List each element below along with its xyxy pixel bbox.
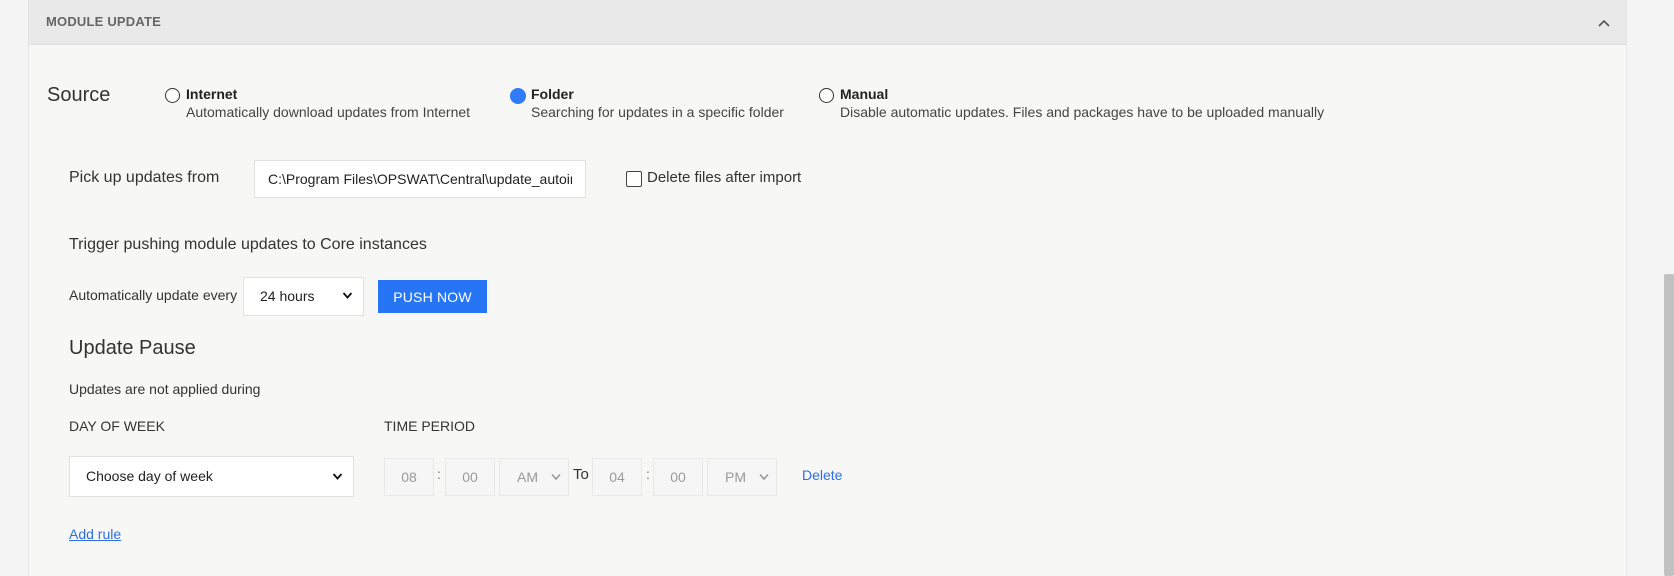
day-of-week-select[interactable]: Choose day of week xyxy=(69,456,354,497)
pickup-label: Pick up updates from xyxy=(69,169,220,186)
time-separator: : xyxy=(646,466,650,482)
source-label: Source xyxy=(47,84,111,106)
radio-internet[interactable] xyxy=(165,88,180,103)
delete-files-checkbox[interactable] xyxy=(626,171,642,187)
radio-internet-description: Automatically download updates from Inte… xyxy=(186,104,471,120)
to-minute-input[interactable]: 00 xyxy=(653,458,703,496)
delete-files-label: Delete files after import xyxy=(647,169,802,186)
add-rule-link[interactable]: Add rule xyxy=(69,526,121,542)
radio-folder-description: Searching for updates in a specific fold… xyxy=(531,104,784,120)
trigger-heading: Trigger pushing module updates to Core i… xyxy=(69,236,427,253)
radio-manual[interactable] xyxy=(819,88,834,103)
auto-update-label: Automatically update every xyxy=(69,287,238,303)
from-ampm-value: AM xyxy=(517,469,538,485)
to-label: To xyxy=(573,466,589,483)
push-now-button[interactable]: PUSH NOW xyxy=(378,280,487,313)
radio-internet-title: Internet xyxy=(186,86,238,102)
from-hour-input[interactable]: 08 xyxy=(384,458,434,496)
radio-manual-title: Manual xyxy=(840,86,889,102)
interval-select[interactable]: 24 hours xyxy=(243,277,364,316)
to-ampm-value: PM xyxy=(725,469,746,485)
chevron-up-icon[interactable] xyxy=(1596,15,1612,31)
update-pause-heading: Update Pause xyxy=(69,337,196,359)
radio-folder-title: Folder xyxy=(531,86,574,102)
chevron-down-icon xyxy=(342,292,353,299)
from-minute-input[interactable]: 00 xyxy=(445,458,495,496)
day-of-week-value: Choose day of week xyxy=(86,468,213,484)
pickup-path-input[interactable] xyxy=(254,160,586,198)
to-ampm-select[interactable]: PM xyxy=(707,458,777,496)
from-ampm-select[interactable]: AM xyxy=(499,458,569,496)
radio-folder[interactable] xyxy=(510,88,526,104)
to-hour-input[interactable]: 04 xyxy=(592,458,642,496)
panel-title: MODULE UPDATE xyxy=(46,14,162,29)
time-period-header: TIME PERIOD xyxy=(384,418,476,434)
radio-manual-description: Disable automatic updates. Files and pac… xyxy=(840,104,1325,120)
scrollbar-thumb[interactable] xyxy=(1664,274,1674,576)
chevron-down-icon xyxy=(759,473,769,481)
day-of-week-header: DAY OF WEEK xyxy=(69,418,165,434)
chevron-down-icon xyxy=(332,473,343,480)
update-pause-description: Updates are not applied during xyxy=(69,381,261,397)
delete-rule-link[interactable]: Delete xyxy=(802,467,842,483)
chevron-down-icon xyxy=(551,473,561,481)
time-separator: : xyxy=(437,466,441,482)
interval-value: 24 hours xyxy=(260,288,315,304)
panel-header[interactable]: MODULE UPDATE xyxy=(29,0,1626,45)
